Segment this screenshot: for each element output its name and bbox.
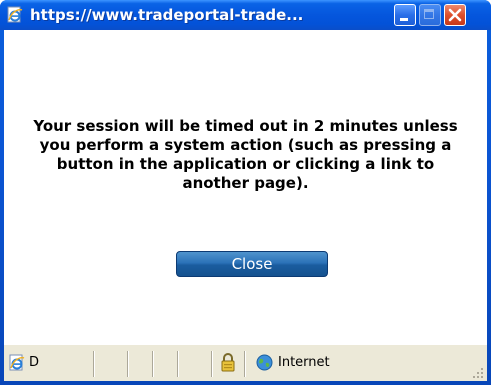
status-bar: D Internet	[4, 344, 487, 381]
title-bar[interactable]: https://www.tradeportal-trade...	[0, 0, 491, 30]
close-button[interactable]: Close	[176, 251, 328, 277]
status-divider	[127, 351, 128, 377]
close-window-button[interactable]	[444, 4, 466, 26]
status-text: D	[29, 355, 40, 370]
status-divider	[244, 351, 245, 377]
close-icon	[448, 8, 462, 22]
status-divider	[93, 351, 94, 377]
status-divider	[152, 351, 153, 377]
maximize-button	[419, 4, 441, 26]
status-divider	[211, 351, 212, 377]
minimize-icon	[400, 18, 408, 21]
resize-grip-icon[interactable]	[472, 366, 484, 378]
minimize-button[interactable]	[394, 4, 416, 26]
ie-page-icon	[8, 354, 26, 372]
dialog-content: Your session will be timed out in 2 minu…	[4, 30, 487, 344]
ie-page-icon	[6, 6, 24, 24]
security-zone-label: Internet	[278, 355, 330, 370]
maximize-icon	[424, 9, 434, 19]
window-title: https://www.tradeportal-trade...	[30, 6, 304, 24]
session-timeout-message: Your session will be timed out in 2 minu…	[33, 117, 458, 192]
status-divider	[177, 351, 178, 377]
popup-window: https://www.tradeportal-trade... Your se…	[0, 0, 491, 385]
globe-icon	[256, 354, 273, 371]
padlock-icon[interactable]	[220, 352, 236, 372]
